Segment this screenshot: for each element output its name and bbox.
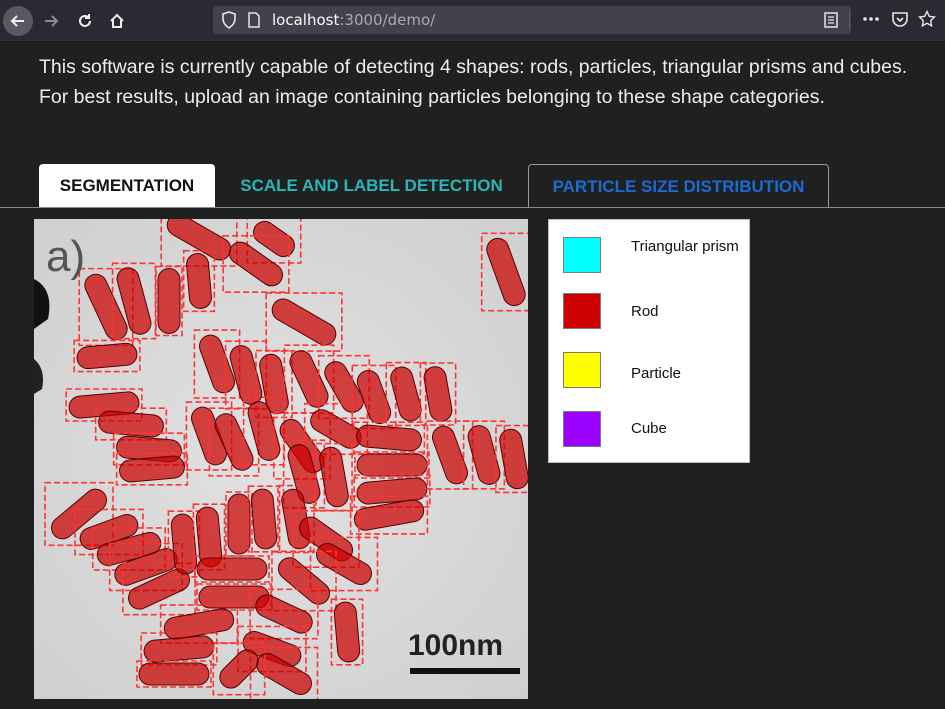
scale-label: 100nm	[408, 629, 503, 662]
home-icon[interactable]	[102, 6, 132, 36]
segmentation-result-image: a) 100nm	[34, 219, 528, 699]
more-icon[interactable]	[862, 10, 880, 33]
url-text[interactable]: localhost:3000/demo/	[272, 11, 435, 29]
segmented-rod	[354, 451, 430, 479]
back-arrow-icon[interactable]	[3, 6, 33, 36]
legend-swatch-triangular-prism	[563, 237, 601, 273]
rod-mask	[196, 557, 268, 581]
segmented-rod	[136, 660, 212, 688]
rod-mask	[186, 253, 212, 309]
intro-text: This software is currently capable of de…	[39, 52, 939, 112]
legend-label: Particle	[631, 365, 682, 382]
url-bar[interactable]: localhost:3000/demo/	[213, 6, 851, 34]
tabs-divider	[0, 207, 945, 208]
legend-swatch-particle	[563, 352, 601, 388]
legend-swatch-cube	[563, 411, 601, 447]
tab-segmentation[interactable]: SEGMENTATION	[39, 164, 215, 208]
reader-view-icon[interactable]	[823, 12, 839, 33]
legend-label: Cube	[631, 420, 667, 437]
browser-toolbar: localhost:3000/demo/	[0, 0, 945, 42]
tab-particle-size-distribution[interactable]: PARTICLE SIZE DISTRIBUTION	[528, 164, 829, 208]
tab-scale-and-label-detection[interactable]: SCALE AND LABEL DETECTION	[219, 164, 524, 208]
legend-label: Rod	[631, 303, 659, 320]
rod-mask	[157, 268, 181, 334]
shield-icon[interactable]	[221, 11, 237, 34]
legend-label: Triangular prism	[631, 238, 739, 255]
star-icon[interactable]	[917, 9, 937, 33]
intro-line-1: This software is currently capable of de…	[39, 56, 908, 78]
rod-mask	[227, 493, 251, 555]
reload-icon[interactable]	[70, 6, 100, 36]
rod-mask	[356, 453, 428, 477]
rod-mask	[76, 342, 138, 370]
pocket-icon[interactable]	[891, 10, 909, 33]
panel-label: a)	[46, 232, 85, 281]
intro-line-2: For best results, upload an image contai…	[39, 86, 825, 108]
forward-arrow-icon[interactable]	[36, 6, 66, 36]
legend-swatch-rod	[563, 293, 601, 329]
rod-mask	[333, 601, 361, 663]
page-icon	[247, 12, 261, 33]
segmented-rod	[155, 265, 183, 337]
rod-mask	[250, 488, 278, 550]
scale-bar	[410, 668, 520, 674]
rod-mask	[138, 662, 210, 686]
shape-legend: Triangular prism Rod Particle Cube	[548, 219, 750, 463]
segmented-rod	[194, 555, 270, 583]
toolbar-separator	[849, 12, 850, 30]
